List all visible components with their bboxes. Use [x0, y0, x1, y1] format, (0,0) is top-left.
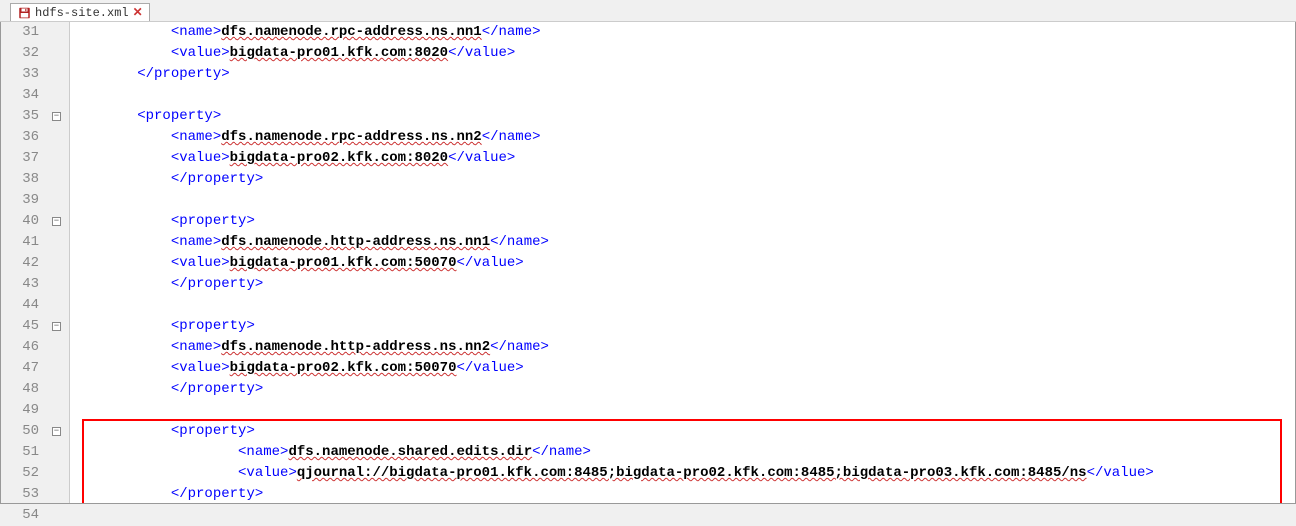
line-number: 36 — [1, 127, 39, 148]
code-line[interactable] — [70, 190, 1295, 211]
line-number: 51 — [1, 442, 39, 463]
line-number: 43 — [1, 274, 39, 295]
fold-toggle-icon[interactable]: − — [52, 217, 61, 226]
code-line[interactable]: <name>dfs.namenode.rpc-address.ns.nn2</n… — [70, 127, 1295, 148]
code-line[interactable]: <name>dfs.namenode.rpc-address.ns.nn1</n… — [70, 22, 1295, 43]
line-number: 32 — [1, 43, 39, 64]
code-line[interactable]: </property> — [70, 169, 1295, 190]
line-number: 35 — [1, 106, 39, 127]
code-line[interactable]: <property> — [70, 316, 1295, 337]
code-line[interactable]: <value>bigdata-pro01.kfk.com:50070</valu… — [70, 253, 1295, 274]
code-line[interactable]: <value>bigdata-pro02.kfk.com:8020</value… — [70, 148, 1295, 169]
fold-toggle-icon[interactable]: − — [52, 322, 61, 331]
line-number: 49 — [1, 400, 39, 421]
line-number: 46 — [1, 337, 39, 358]
code-line[interactable]: </property> — [70, 64, 1295, 85]
line-number: 45 — [1, 316, 39, 337]
code-line[interactable]: <property> — [70, 211, 1295, 232]
line-number: 41 — [1, 232, 39, 253]
fold-column: − − − − — [47, 22, 69, 503]
fold-toggle-icon[interactable]: − — [52, 427, 61, 436]
save-icon — [17, 6, 31, 20]
line-number: 38 — [1, 169, 39, 190]
line-number: 48 — [1, 379, 39, 400]
code-line[interactable]: </property> — [70, 274, 1295, 295]
line-number: 44 — [1, 295, 39, 316]
line-number: 40 — [1, 211, 39, 232]
gutter-area: 3132333435363738394041424344454647484950… — [1, 22, 70, 503]
line-number: 34 — [1, 85, 39, 106]
code-line[interactable]: </property> — [70, 484, 1295, 503]
code-line[interactable]: <name>dfs.namenode.shared.edits.dir</nam… — [70, 442, 1295, 463]
line-number: 42 — [1, 253, 39, 274]
line-number: 31 — [1, 22, 39, 43]
line-number: 47 — [1, 358, 39, 379]
code-line[interactable]: <value>bigdata-pro01.kfk.com:8020</value… — [70, 43, 1295, 64]
code-line[interactable]: <name>dfs.namenode.http-address.ns.nn1</… — [70, 232, 1295, 253]
line-numbers: 3132333435363738394041424344454647484950… — [1, 22, 47, 503]
line-number: 37 — [1, 148, 39, 169]
line-number: 53 — [1, 484, 39, 505]
fold-toggle-icon[interactable]: − — [52, 112, 61, 121]
line-number: 54 — [1, 505, 39, 526]
code-line[interactable]: <property> — [70, 106, 1295, 127]
line-number: 52 — [1, 463, 39, 484]
code-line[interactable] — [70, 400, 1295, 421]
code-line[interactable]: <name>dfs.namenode.http-address.ns.nn2</… — [70, 337, 1295, 358]
code-line[interactable]: </property> — [70, 379, 1295, 400]
editor-container: 3132333435363738394041424344454647484950… — [0, 22, 1296, 504]
code-line[interactable]: <value>bigdata-pro02.kfk.com:50070</valu… — [70, 358, 1295, 379]
code-line[interactable]: <value>qjournal://bigdata-pro01.kfk.com:… — [70, 463, 1295, 484]
code-area[interactable]: <name>dfs.namenode.rpc-address.ns.nn1</n… — [70, 22, 1295, 503]
line-number: 50 — [1, 421, 39, 442]
tab-bar: hdfs-site.xml ✕ — [0, 0, 1296, 22]
code-line[interactable] — [70, 85, 1295, 106]
code-line[interactable]: <property> — [70, 421, 1295, 442]
close-icon[interactable]: ✕ — [133, 5, 143, 20]
tab-filename: hdfs-site.xml — [35, 6, 129, 20]
line-number: 39 — [1, 190, 39, 211]
file-tab[interactable]: hdfs-site.xml ✕ — [10, 3, 150, 21]
line-number: 33 — [1, 64, 39, 85]
code-line[interactable] — [70, 295, 1295, 316]
